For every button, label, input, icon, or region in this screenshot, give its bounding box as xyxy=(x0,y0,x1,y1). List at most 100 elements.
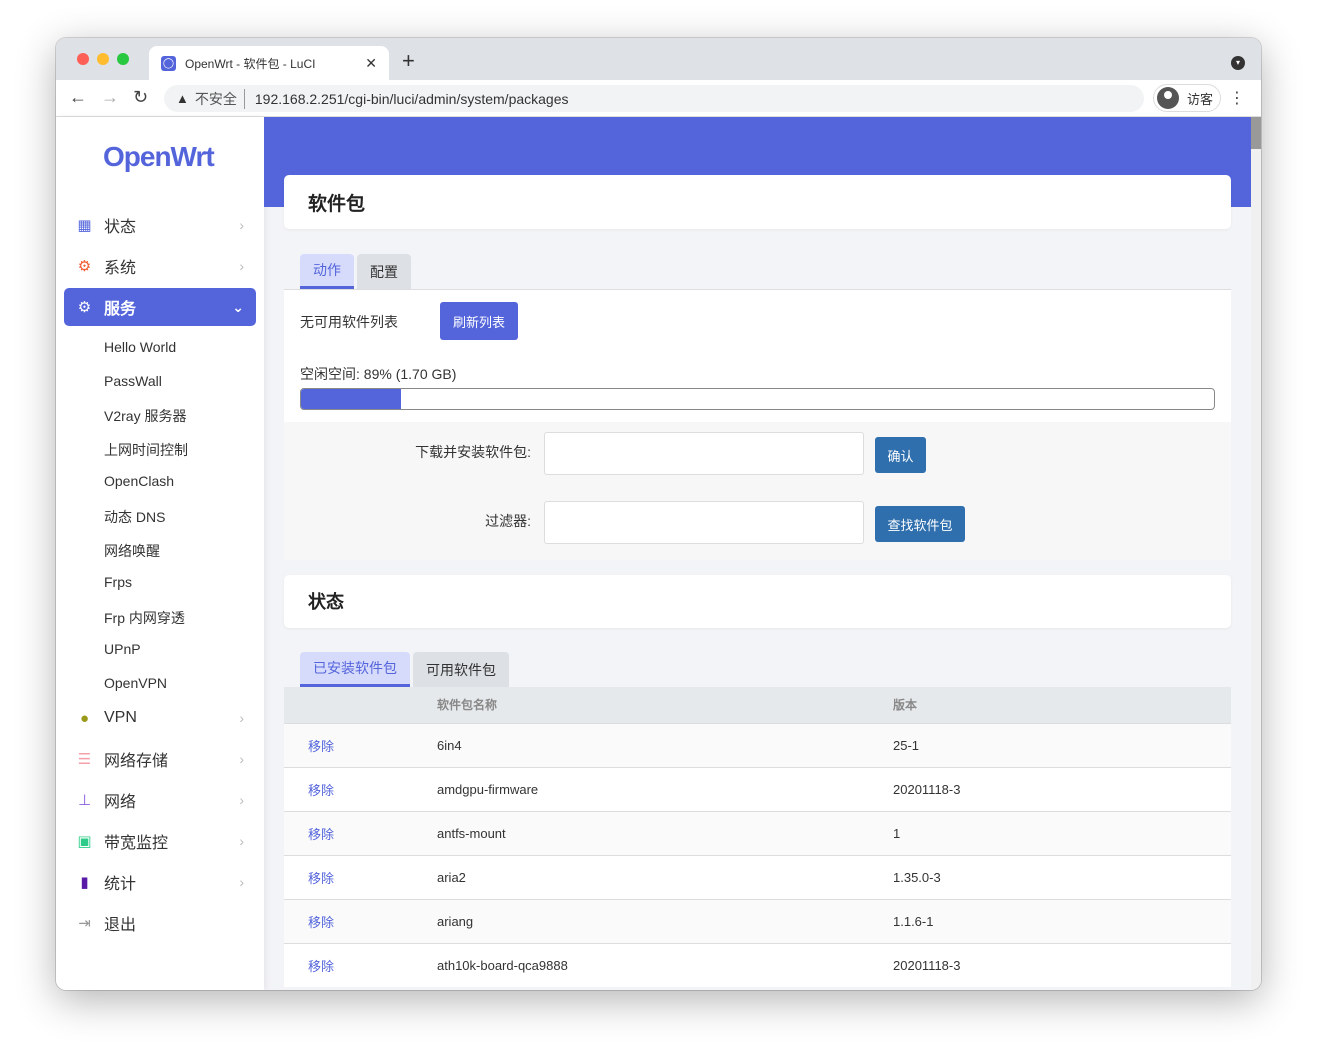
sidebar-subitem[interactable]: Frp 内网穿透 xyxy=(104,608,185,628)
menu-label: 网络存储 xyxy=(104,753,169,770)
package-name: antfs-mount xyxy=(437,810,893,855)
avatar-icon xyxy=(1157,87,1179,109)
sidebar-subitem[interactable]: OpenClash xyxy=(104,473,174,489)
reload-icon[interactable]: ↻ xyxy=(133,87,148,108)
page-title: 软件包 xyxy=(308,194,366,215)
menu-label: VPN xyxy=(104,709,137,726)
tab-actions[interactable]: 动作 xyxy=(300,254,354,289)
package-version: 1.35.0-3 xyxy=(893,854,1231,899)
header-version: 版本 xyxy=(893,687,1231,723)
new-tab-icon[interactable]: + xyxy=(402,48,415,74)
tab-title: OpenWrt - 软件包 - LuCI xyxy=(185,56,316,71)
scrollbar[interactable] xyxy=(1251,117,1261,990)
chevron-right-icon: › xyxy=(239,258,244,274)
remove-link[interactable]: 移除 xyxy=(284,898,437,943)
url-input[interactable]: ▲ 不安全 192.168.2.251/cgi-bin/luci/admin/s… xyxy=(164,85,1144,112)
sitemap-icon: ⊥ xyxy=(77,791,92,809)
scrollbar-thumb[interactable] xyxy=(1251,117,1261,149)
confirm-button[interactable]: 确认 xyxy=(875,437,926,473)
tab-config[interactable]: 配置 xyxy=(357,254,411,289)
close-window-button[interactable] xyxy=(77,53,89,65)
sidebar-subitem[interactable]: PassWall xyxy=(104,373,162,389)
chevron-right-icon: › xyxy=(239,874,244,890)
install-form: 下载并安装软件包: 确认 过滤器: 查找软件包 xyxy=(284,422,1231,560)
sidebar-subitem[interactable]: 动态 DNS xyxy=(104,507,165,527)
menu-label: 状态 xyxy=(104,219,137,236)
remove-link[interactable]: 移除 xyxy=(284,722,437,767)
remove-link[interactable]: 移除 xyxy=(284,942,437,987)
tab-search-icon[interactable]: ▾ xyxy=(1231,56,1245,70)
chevron-right-icon: › xyxy=(239,751,244,767)
sidebar-subitem[interactable]: 上网时间控制 xyxy=(104,440,188,460)
sidebar-subitem[interactable]: UPnP xyxy=(104,641,141,657)
minimize-window-button[interactable] xyxy=(97,53,109,65)
sidebar-item-bandwidth[interactable]: ▣ 带宽监控 › xyxy=(64,822,256,860)
back-icon[interactable]: ← xyxy=(69,87,87,108)
maximize-window-button[interactable] xyxy=(117,53,129,65)
chevron-right-icon: › xyxy=(239,710,244,726)
more-menu-icon[interactable]: ⋮ xyxy=(1229,88,1245,108)
forward-icon[interactable]: → xyxy=(101,87,119,108)
remove-link[interactable]: 移除 xyxy=(284,810,437,855)
header-action xyxy=(284,687,437,723)
header-name: 软件包名称 xyxy=(437,687,893,723)
package-version: 1.1.6-1 xyxy=(893,898,1231,943)
dashboard-icon: ▦ xyxy=(77,216,92,234)
cogs-icon: ⚙ xyxy=(77,298,92,316)
sidebar-item-services[interactable]: ⚙ 服务 ⌄ xyxy=(64,288,256,326)
menu-label: 统计 xyxy=(104,876,137,893)
remove-link[interactable]: 移除 xyxy=(284,854,437,899)
table-header: 软件包名称 版本 xyxy=(284,687,1231,723)
remove-link[interactable]: 移除 xyxy=(284,766,437,811)
free-space-progress xyxy=(300,388,1215,410)
package-name: amdgpu-firmware xyxy=(437,766,893,811)
table-row: 移除 antfs-mount 1 xyxy=(284,810,1231,855)
sidebar-item-logout[interactable]: ⇥ 退出 xyxy=(64,904,256,942)
profile-label: 访客 xyxy=(1187,91,1214,107)
warning-icon: ▲ xyxy=(176,91,189,106)
chevron-right-icon: › xyxy=(239,833,244,849)
sidebar-item-storage[interactable]: ☰ 网络存储 › xyxy=(64,740,256,778)
sidebar-subitem[interactable]: V2ray 服务器 xyxy=(104,406,186,426)
package-version: 25-1 xyxy=(893,722,1231,767)
sidebar: OpenWrt ▦ 状态 › ⚙ 系统 › ⚙ 服务 ⌄ Hello World PassWa… xyxy=(56,117,264,990)
browser-tab[interactable]: ◯ OpenWrt - 软件包 - LuCI ✕ xyxy=(149,46,389,80)
sidebar-item-status[interactable]: ▦ 状态 › xyxy=(64,206,256,244)
menu-label: 退出 xyxy=(104,917,137,934)
package-version: 20201118-3 xyxy=(893,766,1231,811)
menu-label: 网络 xyxy=(104,794,137,811)
sidebar-subitem[interactable]: 网络唤醒 xyxy=(104,541,160,561)
chevron-down-icon: ⌄ xyxy=(232,298,244,315)
sidebar-item-vpn[interactable]: ● VPN › xyxy=(64,699,256,737)
filter-label: 过滤器: xyxy=(485,513,531,529)
page-title-card: 软件包 xyxy=(284,175,1231,229)
packages-table: 软件包名称 版本 移除 6in4 25-1 移除 amdgpu-firmware 2020… xyxy=(284,687,1231,987)
openwrt-icon: ◯ xyxy=(161,55,176,71)
progress-fill xyxy=(301,389,402,409)
no-list-text: 无可用软件列表 xyxy=(300,314,398,330)
table-row: 移除 6in4 25-1 xyxy=(284,722,1231,767)
address-bar-row: ← → ↻ ▲ 不安全 192.168.2.251/cgi-bin/luci/a… xyxy=(56,80,1261,117)
package-version: 20201118-3 xyxy=(893,942,1231,987)
package-name: ariang xyxy=(437,898,893,943)
sidebar-item-network[interactable]: ⊥ 网络 › xyxy=(64,781,256,819)
sidebar-item-system[interactable]: ⚙ 系统 › xyxy=(64,247,256,285)
tab-installed[interactable]: 已安装软件包 xyxy=(300,652,410,687)
package-version: 1 xyxy=(893,810,1231,855)
filter-input[interactable] xyxy=(544,501,864,544)
sidebar-item-statistics[interactable]: ▮ 统计 › xyxy=(64,863,256,901)
install-label: 下载并安装软件包: xyxy=(415,444,531,460)
find-package-button[interactable]: 查找软件包 xyxy=(875,506,965,542)
refresh-list-button[interactable]: 刷新列表 xyxy=(440,302,518,340)
menu-label: 系统 xyxy=(104,260,137,277)
sidebar-subitem[interactable]: Frps xyxy=(104,574,132,590)
tab-available[interactable]: 可用软件包 xyxy=(413,652,509,687)
free-space-text: 空闲空间: 89% (1.70 GB) xyxy=(300,366,457,382)
profile-button[interactable]: 访客 xyxy=(1153,84,1221,112)
close-tab-icon[interactable]: ✕ xyxy=(365,55,377,72)
sidebar-subitem[interactable]: Hello World xyxy=(104,339,176,355)
package-name: 6in4 xyxy=(437,722,893,767)
logout-icon: ⇥ xyxy=(78,914,91,932)
install-package-input[interactable] xyxy=(544,432,864,475)
sidebar-subitem[interactable]: OpenVPN xyxy=(104,675,167,691)
